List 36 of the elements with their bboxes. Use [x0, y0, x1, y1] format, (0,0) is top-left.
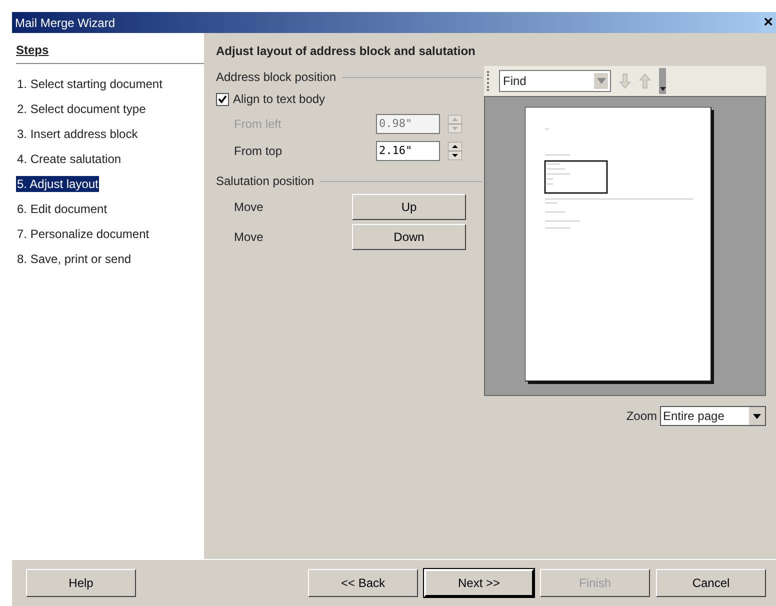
- overflow-button[interactable]: [659, 68, 666, 94]
- window-title: Mail Merge Wizard: [15, 16, 116, 30]
- move-label: Move: [234, 230, 264, 244]
- page-title: Adjust layout of address block and salutation: [216, 44, 476, 58]
- wizard-button[interactable]: Cancel: [656, 569, 766, 597]
- find-field[interactable]: Find: [499, 70, 611, 92]
- down-arrow-icon[interactable]: [619, 73, 631, 89]
- zoom-label: Zoom: [626, 409, 657, 423]
- checkbox-label: Align to text body: [233, 92, 326, 106]
- wizard-button[interactable]: << Back: [308, 569, 418, 597]
- caret-icon[interactable]: [596, 78, 606, 84]
- field-label: From top: [234, 144, 284, 158]
- step-item[interactable]: 8. Save, print or send: [16, 251, 132, 267]
- wizard-button[interactable]: Help: [26, 569, 136, 597]
- step-item[interactable]: 6. Edit document: [16, 201, 108, 217]
- move-button[interactable]: Up: [352, 194, 466, 220]
- wizard-button[interactable]: Next >>: [424, 569, 534, 597]
- zoom-dropdown[interactable]: Entire page: [660, 406, 766, 426]
- up-arrow-icon[interactable]: [639, 73, 651, 89]
- step-item[interactable]: 3. Insert address block: [16, 126, 139, 142]
- spin-buttons-icon[interactable]: [448, 142, 462, 160]
- caret-icon: [753, 414, 761, 418]
- move-button[interactable]: Down: [352, 224, 466, 250]
- checkbox[interactable]: [216, 92, 229, 106]
- step-item[interactable]: 1. Select starting document: [16, 76, 164, 92]
- step-item[interactable]: 7. Personalize document: [16, 226, 150, 242]
- group-heading: Salutation position: [216, 174, 314, 188]
- move-label: Move: [234, 200, 264, 214]
- caret-icon: [660, 87, 666, 91]
- step-item[interactable]: 5. Adjust layout: [16, 176, 100, 192]
- steps-heading: Steps: [16, 43, 204, 64]
- step-item[interactable]: 4. Create salutation: [16, 151, 122, 167]
- spin-field[interactable]: 2.16": [376, 140, 440, 160]
- step-item[interactable]: 2. Select document type: [16, 101, 147, 117]
- group-heading: Address block position: [216, 70, 336, 84]
- field-label: From left: [234, 116, 282, 130]
